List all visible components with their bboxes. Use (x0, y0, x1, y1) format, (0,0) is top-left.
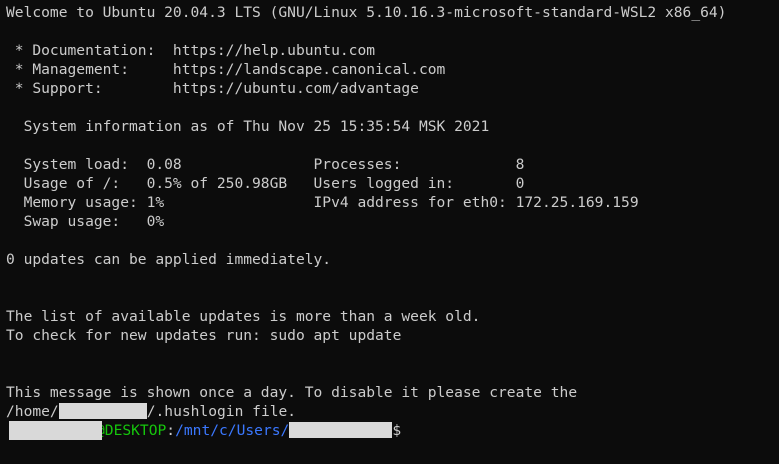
terminal-line: System load: 0.08 Processes: 8 (6, 156, 525, 173)
redacted-path-user (289, 422, 393, 438)
prompt-symbol: $ (392, 422, 402, 439)
terminal-output: Welcome to Ubuntu 20.04.3 LTS (GNU/Linux… (6, 3, 779, 402)
terminal-line: * Documentation: https://help.ubuntu.com (6, 42, 376, 59)
terminal-line: 0 updates can be applied immediately. (6, 251, 332, 268)
terminal-line: Swap usage: 0% (6, 213, 165, 230)
terminal-line: * Support: https://ubuntu.com/advantage (6, 80, 419, 97)
prompt-path: /mnt/c/Users/ (175, 422, 290, 439)
redacted-username (58, 403, 147, 419)
terminal-line: To check for new updates run: sudo apt u… (6, 327, 402, 344)
terminal-line: Memory usage: 1% IPv4 address for eth0: … (6, 194, 639, 211)
terminal-line: This message is shown once a day. To dis… (6, 384, 578, 401)
terminal-line: System information as of Thu Nov 25 15:3… (6, 118, 490, 135)
terminal-line: The list of available updates is more th… (6, 308, 481, 325)
terminal-line: * Management: https://landscape.canonica… (6, 61, 446, 78)
hushlogin-line: /home/ /.hushlogin file. (6, 402, 779, 421)
terminal-line: Usage of /: 0.5% of 250.98GB Users logge… (6, 175, 525, 192)
redacted-prompt-user (9, 421, 102, 440)
hushlogin-suffix: /.hushlogin file. (146, 403, 297, 420)
terminal-window[interactable]: Welcome to Ubuntu 20.04.3 LTS (GNU/Linux… (0, 0, 779, 464)
prompt-separator: : (166, 422, 176, 439)
terminal-line: Welcome to Ubuntu 20.04.3 LTS (GNU/Linux… (6, 4, 727, 21)
hushlogin-prefix: /home/ (6, 403, 59, 420)
prompt-host: @DESKTOP (96, 422, 167, 439)
shell-prompt[interactable]: @DESKTOP:/mnt/c/Users/ $ (6, 421, 779, 440)
